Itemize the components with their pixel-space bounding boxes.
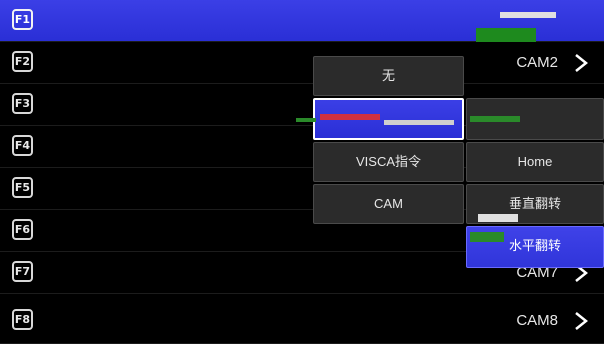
chevron-right-icon[interactable] (570, 310, 592, 332)
menu-option-home[interactable]: Home (466, 142, 604, 182)
glitch-artifact (320, 114, 380, 120)
f2-key-icon: F2 (12, 51, 33, 72)
glitch-artifact (384, 120, 454, 125)
f5-key-icon: F5 (12, 177, 33, 198)
f4-key-icon: F4 (12, 135, 33, 156)
f3-key-icon: F3 (12, 93, 33, 114)
glitch-artifact (478, 214, 518, 222)
glitch-artifact (296, 118, 316, 122)
row-f8-value: CAM8 (516, 312, 558, 329)
glitch-artifact (470, 116, 520, 122)
menu-option-right-1[interactable] (466, 56, 604, 96)
f7-key-icon: F7 (12, 261, 33, 282)
function-key-screen: F1 F2 CAM2 F3 F4 F5 F6 F7 CAM7 F8 CAM8 无… (0, 0, 604, 344)
f8-key-icon: F8 (12, 309, 33, 330)
f1-key-icon: F1 (12, 9, 33, 30)
glitch-artifact (470, 232, 504, 242)
menu-option-visca-command[interactable]: VISCA指令 (313, 142, 464, 182)
glitch-artifact (476, 28, 536, 42)
menu-option-cam[interactable]: CAM (313, 184, 464, 224)
glitch-artifact (500, 12, 556, 18)
row-f8[interactable]: F8 CAM8 (0, 294, 604, 344)
menu-option-none[interactable]: 无 (313, 56, 464, 96)
f6-key-icon: F6 (12, 219, 33, 240)
